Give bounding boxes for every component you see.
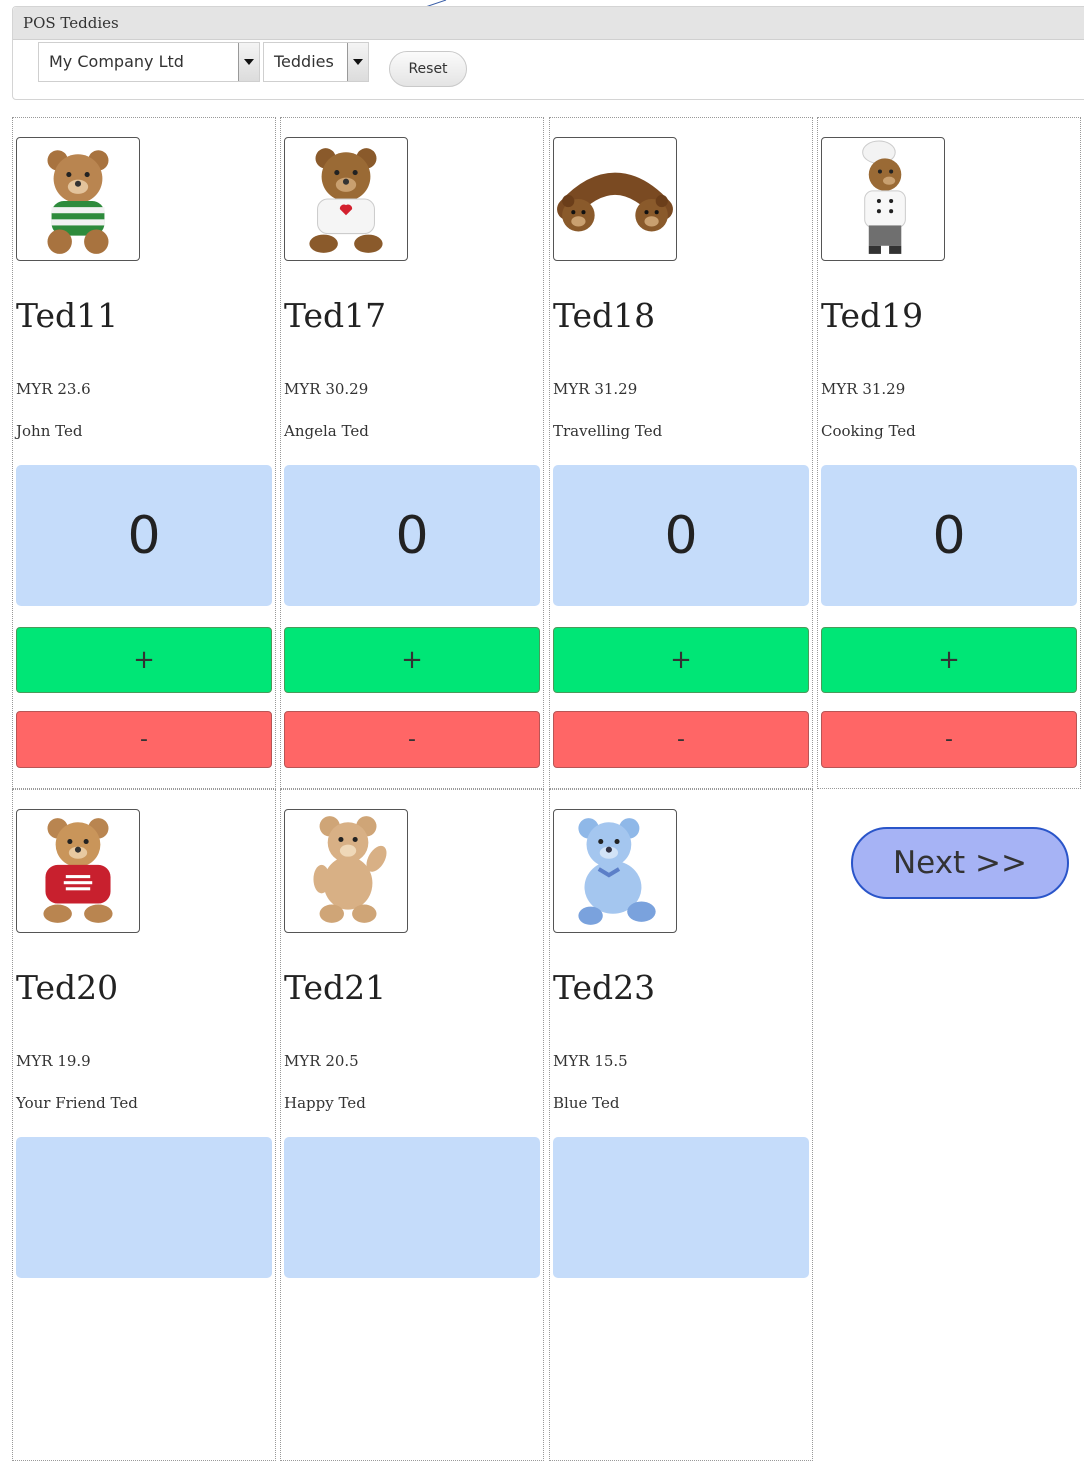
product-price: MYR 19.9 (16, 1052, 91, 1070)
next-page-button[interactable]: Next >> (851, 827, 1069, 899)
product-code: Ted20 (16, 968, 119, 1007)
product-code: Ted18 (553, 296, 656, 335)
quantity-display (553, 1137, 809, 1278)
product-code: Ted23 (553, 968, 656, 1007)
increment-button[interactable]: + (553, 627, 809, 693)
teddy-green-shirt-image[interactable] (16, 137, 140, 261)
increment-button[interactable]: + (284, 627, 540, 693)
product-card: Ted17 MYR 30.29 Angela Ted 0 + - (280, 117, 544, 789)
product-card: Ted20 MYR 19.9 Your Friend Ted (12, 789, 276, 1461)
category-select[interactable]: Teddies (263, 42, 369, 82)
product-name: Angela Ted (284, 422, 369, 440)
product-name: Your Friend Ted (16, 1094, 138, 1112)
category-select-value: Teddies (274, 52, 334, 71)
product-card: Ted19 MYR 31.29 Cooking Ted 0 + - (817, 117, 1081, 789)
company-select[interactable]: My Company Ltd (38, 42, 260, 82)
product-name: Blue Ted (553, 1094, 620, 1112)
quantity-display: 0 (16, 465, 272, 606)
product-card: Ted23 MYR 15.5 Blue Ted (549, 789, 813, 1461)
product-price: MYR 23.6 (16, 380, 91, 398)
quantity-display (16, 1137, 272, 1278)
product-name: Happy Ted (284, 1094, 366, 1112)
teddy-plain-image[interactable] (284, 809, 408, 933)
product-card: Ted21 MYR 20.5 Happy Ted (280, 789, 544, 1461)
product-card: Ted18 MYR 31.29 Travelling Ted 0 + - (549, 117, 813, 789)
product-code: Ted11 (16, 296, 119, 335)
product-price: MYR 30.29 (284, 380, 369, 398)
teddy-blue-image[interactable] (553, 809, 677, 933)
decrement-button[interactable]: - (821, 711, 1077, 768)
reset-button[interactable]: Reset (389, 51, 467, 87)
product-price: MYR 31.29 (821, 380, 906, 398)
quantity-display: 0 (821, 465, 1077, 606)
quantity-display: 0 (284, 465, 540, 606)
chevron-down-icon[interactable] (347, 43, 368, 81)
product-price: MYR 31.29 (553, 380, 638, 398)
product-name: Cooking Ted (821, 422, 916, 440)
increment-button[interactable]: + (821, 627, 1077, 693)
teddy-red-hoodie-image[interactable] (16, 809, 140, 933)
quantity-display: 0 (553, 465, 809, 606)
teddy-chef-image[interactable] (821, 137, 945, 261)
product-code: Ted21 (284, 968, 387, 1007)
increment-button[interactable]: + (16, 627, 272, 693)
decrement-button[interactable]: - (553, 711, 809, 768)
decrement-button[interactable]: - (16, 711, 272, 768)
product-card: Ted11 MYR 23.6 John Ted 0 + - (12, 117, 276, 789)
quantity-display (284, 1137, 540, 1278)
decrement-button[interactable]: - (284, 711, 540, 768)
product-price: MYR 15.5 (553, 1052, 628, 1070)
chevron-down-icon[interactable] (238, 43, 259, 81)
teddy-neck-pillow-image[interactable] (553, 137, 677, 261)
panel-title: POS Teddies (13, 7, 1084, 40)
product-name: Travelling Ted (553, 422, 663, 440)
company-select-value: My Company Ltd (49, 52, 184, 71)
product-code: Ted17 (284, 296, 387, 335)
product-price: MYR 20.5 (284, 1052, 359, 1070)
product-name: John Ted (16, 422, 83, 440)
product-code: Ted19 (821, 296, 924, 335)
teddy-heart-shirt-image[interactable] (284, 137, 408, 261)
